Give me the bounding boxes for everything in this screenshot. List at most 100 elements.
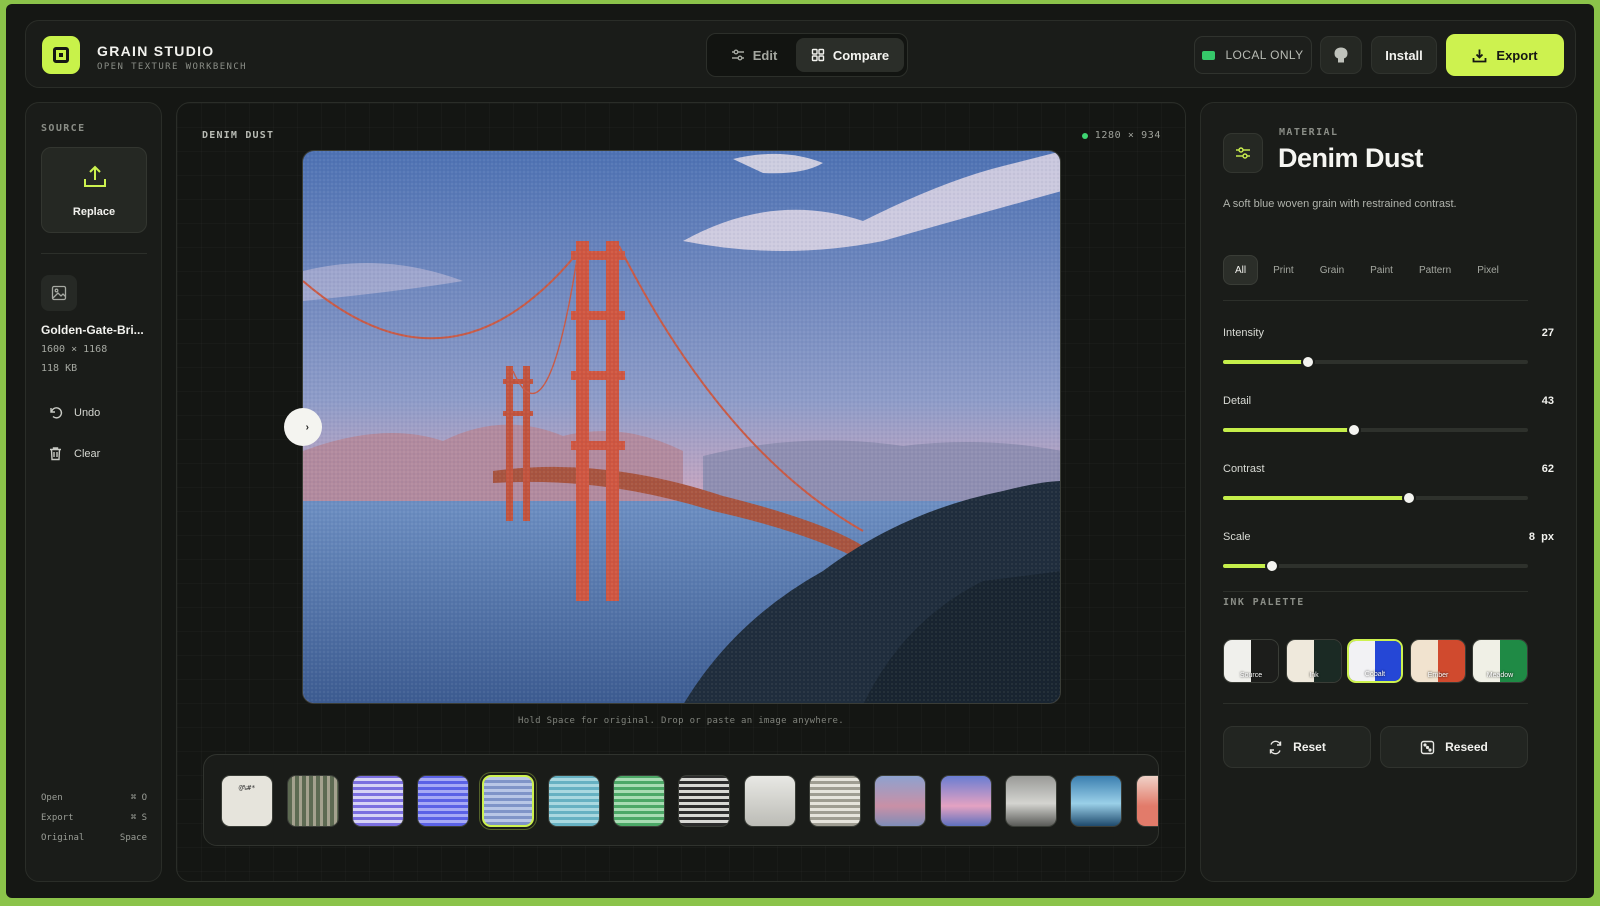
upload-icon <box>84 165 106 187</box>
tab-edit[interactable]: Edit <box>713 38 795 72</box>
undo-icon <box>50 407 63 419</box>
slider-knob[interactable] <box>1402 491 1417 505</box>
palette-swatch-ember[interactable]: Ember <box>1410 639 1466 683</box>
preset-thumb[interactable] <box>1070 775 1122 827</box>
local-status-icon <box>1202 50 1216 60</box>
export-label: Export <box>1496 47 1538 63</box>
tab-paint[interactable]: Paint <box>1359 255 1404 285</box>
brand-title: GRAIN STUDIO <box>97 43 215 59</box>
divider <box>41 253 147 254</box>
trash-icon <box>50 447 61 461</box>
dice-icon <box>1420 740 1435 754</box>
preset-thumb[interactable] <box>417 775 469 827</box>
local-only-badge: LOCAL ONLY <box>1194 36 1312 74</box>
tab-edit-label: Edit <box>752 47 778 63</box>
tab-all[interactable]: All <box>1223 255 1259 285</box>
preset-thumb[interactable] <box>940 775 992 827</box>
refresh-icon <box>1269 740 1282 754</box>
material-title: Denim Dust <box>1278 143 1424 173</box>
divider <box>1223 300 1528 301</box>
preset-thumb[interactable] <box>352 775 404 827</box>
slider-knob[interactable] <box>1301 355 1316 369</box>
material-panel: MATERIAL Denim Dust A soft blue woven gr… <box>1200 102 1577 882</box>
chevron-right-icon: › <box>305 421 309 433</box>
app-window: GRAIN STUDIO OPEN TEXTURE WORKBENCH Edit… <box>6 4 1594 898</box>
undo-button[interactable]: Undo <box>48 405 100 420</box>
install-button[interactable]: Install <box>1371 36 1437 74</box>
clear-button[interactable]: Clear <box>48 446 100 461</box>
status-dot-icon <box>1081 132 1088 139</box>
preset-thumb[interactable] <box>548 775 600 827</box>
contrast-slider[interactable] <box>1223 491 1528 505</box>
detail-value: 43 <box>1541 395 1554 407</box>
slider-fill <box>1223 428 1355 432</box>
compare-split-handle[interactable]: › <box>284 408 322 446</box>
source-panel: SOURCE Replace Golden-Gate-Bri... 1600 ×… <box>25 102 162 882</box>
material-description: A soft blue woven grain with restrained … <box>1223 198 1457 210</box>
palette-swatch-ink[interactable]: Ink <box>1286 639 1342 683</box>
preset-thumb[interactable] <box>874 775 926 827</box>
mode-switch: Edit Compare <box>706 33 908 77</box>
tab-pattern[interactable]: Pattern <box>1408 255 1462 285</box>
intensity-label: Intensity <box>1223 327 1264 339</box>
category-tabs: All Print Grain Paint Pattern Pixel <box>1223 255 1510 285</box>
palette-swatch-meadow[interactable]: Meadow <box>1472 639 1528 683</box>
canvas-hint: Hold Space for original. Drop or paste a… <box>518 716 844 726</box>
detail-slider[interactable] <box>1223 423 1528 437</box>
replace-button[interactable]: Replace <box>41 147 147 233</box>
canvas-title: DENIM DUST <box>202 130 275 141</box>
github-button[interactable] <box>1320 36 1362 74</box>
preset-thumb-denim[interactable] <box>482 775 534 827</box>
shortcut-open: Open ⌘ O <box>41 793 147 803</box>
scale-slider[interactable] <box>1223 559 1528 573</box>
grid-icon <box>811 48 825 62</box>
clear-label: Clear <box>74 447 101 460</box>
file-name: Golden-Gate-Bri... <box>41 323 144 337</box>
tab-print[interactable]: Print <box>1262 255 1305 285</box>
tab-compare-label: Compare <box>832 47 890 63</box>
scale-label: Scale <box>1223 531 1251 543</box>
sliders-icon <box>731 49 744 61</box>
github-icon <box>1334 47 1348 63</box>
tab-grain[interactable]: Grain <box>1309 255 1355 285</box>
tab-compare[interactable]: Compare <box>796 38 904 72</box>
preset-thumb[interactable] <box>1005 775 1057 827</box>
reseed-button[interactable]: Reseed <box>1380 726 1528 768</box>
preset-thumb[interactable] <box>613 775 665 827</box>
reset-button[interactable]: Reset <box>1223 726 1371 768</box>
local-only-label: LOCAL ONLY <box>1225 48 1304 62</box>
preset-thumb[interactable] <box>678 775 730 827</box>
palette-section-label: INK PALETTE <box>1223 597 1305 608</box>
preset-filmstrip: @%#* <box>203 754 1159 846</box>
download-icon <box>1473 49 1487 62</box>
preset-thumb[interactable] <box>809 775 861 827</box>
preset-thumb[interactable] <box>1136 775 1158 827</box>
adjustments-icon <box>1223 133 1263 173</box>
divider <box>1223 591 1528 592</box>
palette-swatch-source[interactable]: Source <box>1223 639 1279 683</box>
slider-knob[interactable] <box>1347 423 1362 437</box>
canvas-panel: DENIM DUST 1280 × 934 › Hold Space for o… <box>176 102 1186 882</box>
preset-thumb[interactable] <box>287 775 339 827</box>
preset-thumb-ascii[interactable]: @%#* <box>221 775 273 827</box>
file-dimensions: 1600 × 1168 <box>41 344 108 355</box>
undo-label: Undo <box>74 406 101 419</box>
slider-fill <box>1223 360 1309 364</box>
reset-label: Reset <box>1293 740 1326 754</box>
replace-label: Replace <box>72 206 116 218</box>
contrast-label: Contrast <box>1223 463 1265 475</box>
preview-image[interactable] <box>302 150 1061 704</box>
palette-swatch-cobalt[interactable]: Cobalt <box>1347 639 1403 683</box>
intensity-value: 27 <box>1541 327 1554 339</box>
preset-thumb[interactable] <box>744 775 796 827</box>
tab-pixel[interactable]: Pixel <box>1466 255 1510 285</box>
material-section-label: MATERIAL <box>1279 127 1339 138</box>
export-button[interactable]: Export <box>1446 34 1564 76</box>
shortcut-original: Original Space <box>41 833 147 843</box>
slider-knob[interactable] <box>1264 559 1279 573</box>
intensity-slider[interactable] <box>1223 355 1528 369</box>
logo-icon <box>42 36 80 74</box>
reseed-label: Reseed <box>1445 740 1488 754</box>
canvas-dimensions: 1280 × 934 <box>1081 130 1161 141</box>
top-bar: GRAIN STUDIO OPEN TEXTURE WORKBENCH Edit… <box>25 20 1576 88</box>
